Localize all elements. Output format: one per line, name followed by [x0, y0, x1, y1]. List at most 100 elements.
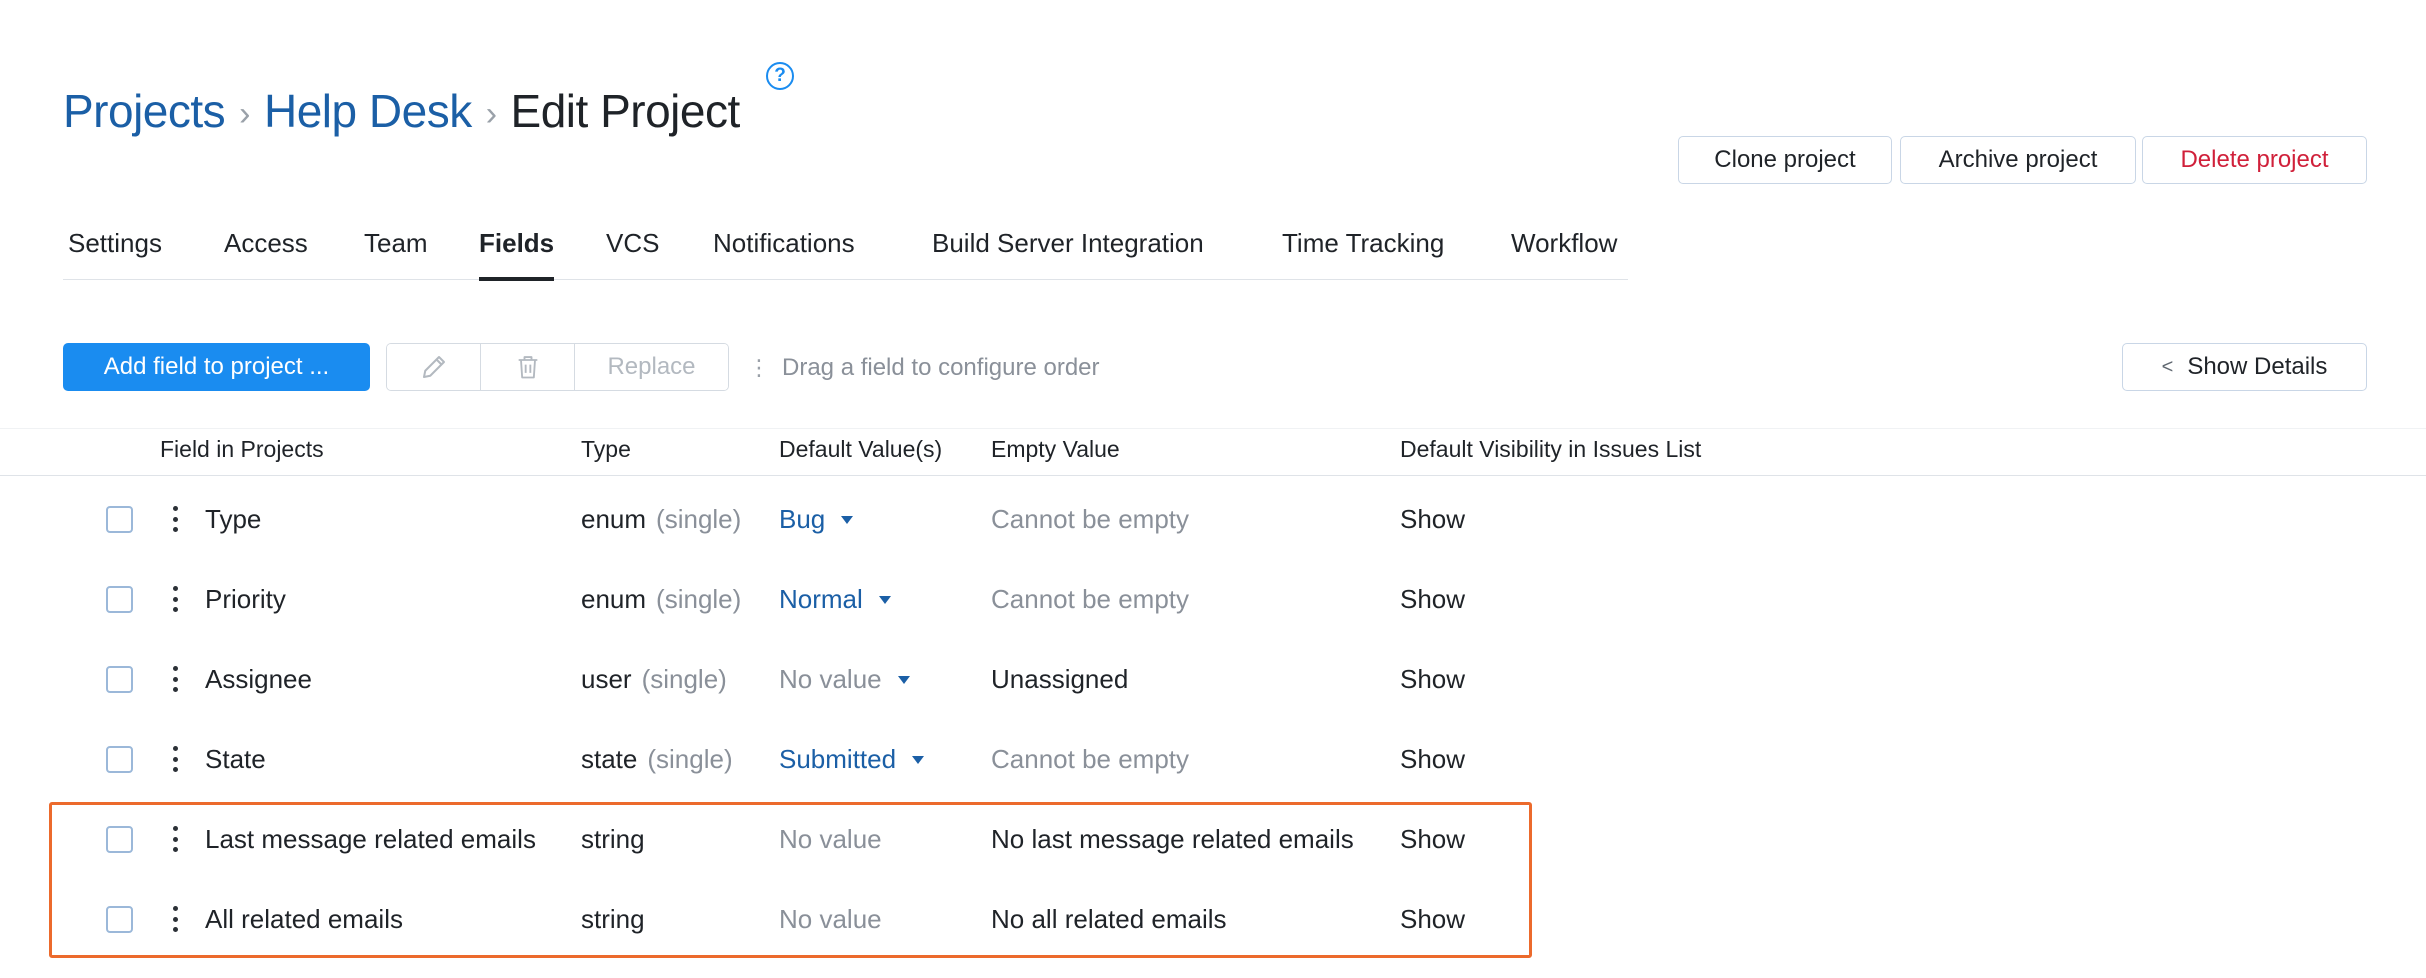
tab-time-tracking[interactable]: Time Tracking: [1282, 228, 1444, 280]
field-type-name: state: [581, 744, 638, 774]
field-type-cardinality: (single): [656, 504, 742, 534]
column-header-field: Field in Projects: [160, 436, 324, 462]
edit-field-button[interactable]: [387, 344, 481, 390]
breadcrumb-help-desk-link[interactable]: Help Desk: [264, 84, 472, 138]
breadcrumb-separator: ›: [485, 95, 497, 133]
default-value: No value: [779, 824, 882, 855]
field-type: string: [581, 824, 645, 855]
row-checkbox[interactable]: [106, 506, 133, 533]
drag-handle-icon[interactable]: [168, 664, 182, 694]
column-header-empty-value: Empty Value: [991, 436, 1120, 462]
field-type-name: enum: [581, 584, 647, 614]
archive-project-button[interactable]: Archive project: [1900, 136, 2136, 184]
empty-value: No last message related emails: [991, 824, 1354, 854]
table-row[interactable]: All related emails string No value No all r…: [0, 880, 1560, 960]
drag-handle-icon[interactable]: [168, 904, 182, 934]
visibility-value[interactable]: Show: [1400, 504, 1465, 535]
row-checkbox[interactable]: [106, 826, 133, 853]
pencil-icon: [422, 356, 445, 378]
field-name[interactable]: Assignee: [205, 664, 312, 695]
field-type: enum (single): [581, 584, 741, 615]
table-header: Field in Projects Type Default Value(s) …: [0, 436, 2426, 476]
default-value-text: Normal: [779, 584, 863, 614]
default-value-dropdown[interactable]: Bug: [779, 504, 854, 535]
tab-build-server-integration[interactable]: Build Server Integration: [932, 228, 1204, 280]
field-type-name: enum: [581, 504, 647, 534]
table-row[interactable]: Last message related emails string No valu…: [0, 800, 1560, 880]
empty-value: Cannot be empty: [991, 504, 1190, 534]
delete-field-button[interactable]: [481, 344, 575, 390]
caret-down-icon: [878, 596, 891, 604]
default-value-dropdown[interactable]: No value: [779, 664, 910, 695]
caret-down-icon: [841, 516, 854, 524]
column-header-visibility: Default Visibility in Issues List: [1400, 436, 1702, 462]
row-checkbox[interactable]: [106, 746, 133, 773]
drag-handle-icon[interactable]: [168, 584, 182, 614]
drag-handle-icon[interactable]: [168, 824, 182, 854]
column-header-default-values: Default Value(s): [779, 436, 943, 462]
field-name[interactable]: All related emails: [205, 904, 403, 935]
divider: [0, 428, 2426, 429]
tab-fields[interactable]: Fields: [479, 228, 555, 281]
tab-vcs[interactable]: VCS: [606, 228, 659, 280]
table-row[interactable]: Assignee user (single) No value Unassigned Sh…: [0, 640, 1560, 720]
default-value-dropdown[interactable]: Normal: [779, 584, 891, 615]
visibility-value[interactable]: Show: [1400, 744, 1465, 775]
row-checkbox[interactable]: [106, 586, 133, 613]
delete-project-button[interactable]: Delete project: [2142, 136, 2367, 184]
field-type-cardinality: (single): [647, 744, 733, 774]
breadcrumb-projects-link[interactable]: Projects: [63, 84, 226, 138]
breadcrumb: Projects › Help Desk › Edit Project: [63, 84, 740, 138]
field-type: string: [581, 904, 645, 935]
field-actions-group: Replace: [386, 343, 729, 391]
empty-value: Unassigned: [991, 664, 1129, 694]
field-type-name: string: [581, 904, 645, 934]
chevron-left-icon: <: [2161, 355, 2174, 378]
show-details-label: Show Details: [2187, 353, 2328, 380]
default-value-text: No value: [779, 904, 882, 934]
field-name[interactable]: Priority: [205, 584, 286, 615]
empty-value: No all related emails: [991, 904, 1227, 934]
empty-value: Cannot be empty: [991, 584, 1190, 614]
field-name[interactable]: State: [205, 744, 266, 775]
caret-down-icon: [897, 676, 910, 684]
default-value-text: Bug: [779, 504, 826, 534]
drag-hint: ⋮ Drag a field to configure order: [748, 354, 1100, 382]
table-row[interactable]: Priority enum (single) Normal Cannot be empt…: [0, 560, 1560, 640]
add-field-button[interactable]: Add field to project ...: [63, 343, 370, 391]
table-row[interactable]: Type enum (single) Bug Cannot be empty Show: [0, 480, 1560, 560]
default-value-text: Submitted: [779, 744, 897, 774]
tab-notifications[interactable]: Notifications: [713, 228, 855, 280]
tab-team[interactable]: Team: [364, 228, 428, 280]
tab-workflow[interactable]: Workflow: [1511, 228, 1617, 280]
table-row[interactable]: State state (single) Submitted Cannot be emp…: [0, 720, 1560, 800]
drag-hint-text: Drag a field to configure order: [782, 354, 1100, 381]
field-name[interactable]: Last message related emails: [205, 824, 536, 855]
clone-project-button[interactable]: Clone project: [1678, 136, 1892, 184]
field-type-name: user: [581, 664, 632, 694]
replace-field-button[interactable]: Replace: [575, 344, 728, 390]
drag-handle-icon[interactable]: [168, 504, 182, 534]
project-tabs: Settings Access Team Fields VCS Notifica…: [63, 228, 1628, 281]
page-title: Edit Project: [510, 85, 741, 137]
field-name[interactable]: Type: [205, 504, 261, 535]
row-checkbox[interactable]: [106, 906, 133, 933]
drag-handle-icon[interactable]: [168, 744, 182, 774]
visibility-value[interactable]: Show: [1400, 664, 1465, 695]
field-type-name: string: [581, 824, 645, 854]
field-type: state (single): [581, 744, 733, 775]
field-type: user (single): [581, 664, 727, 695]
show-details-button[interactable]: < Show Details: [2122, 343, 2367, 391]
trash-icon: [518, 356, 537, 379]
tab-settings[interactable]: Settings: [68, 228, 162, 280]
default-value-dropdown[interactable]: Submitted: [779, 744, 925, 775]
visibility-value[interactable]: Show: [1400, 584, 1465, 615]
help-icon[interactable]: ?: [766, 62, 794, 90]
row-checkbox[interactable]: [106, 666, 133, 693]
visibility-value[interactable]: Show: [1400, 904, 1465, 935]
tab-access[interactable]: Access: [224, 228, 308, 280]
caret-down-icon: [912, 756, 925, 764]
drag-handle-icon: ⋮: [748, 355, 770, 380]
visibility-value[interactable]: Show: [1400, 824, 1465, 855]
default-value-text: No value: [779, 664, 882, 694]
